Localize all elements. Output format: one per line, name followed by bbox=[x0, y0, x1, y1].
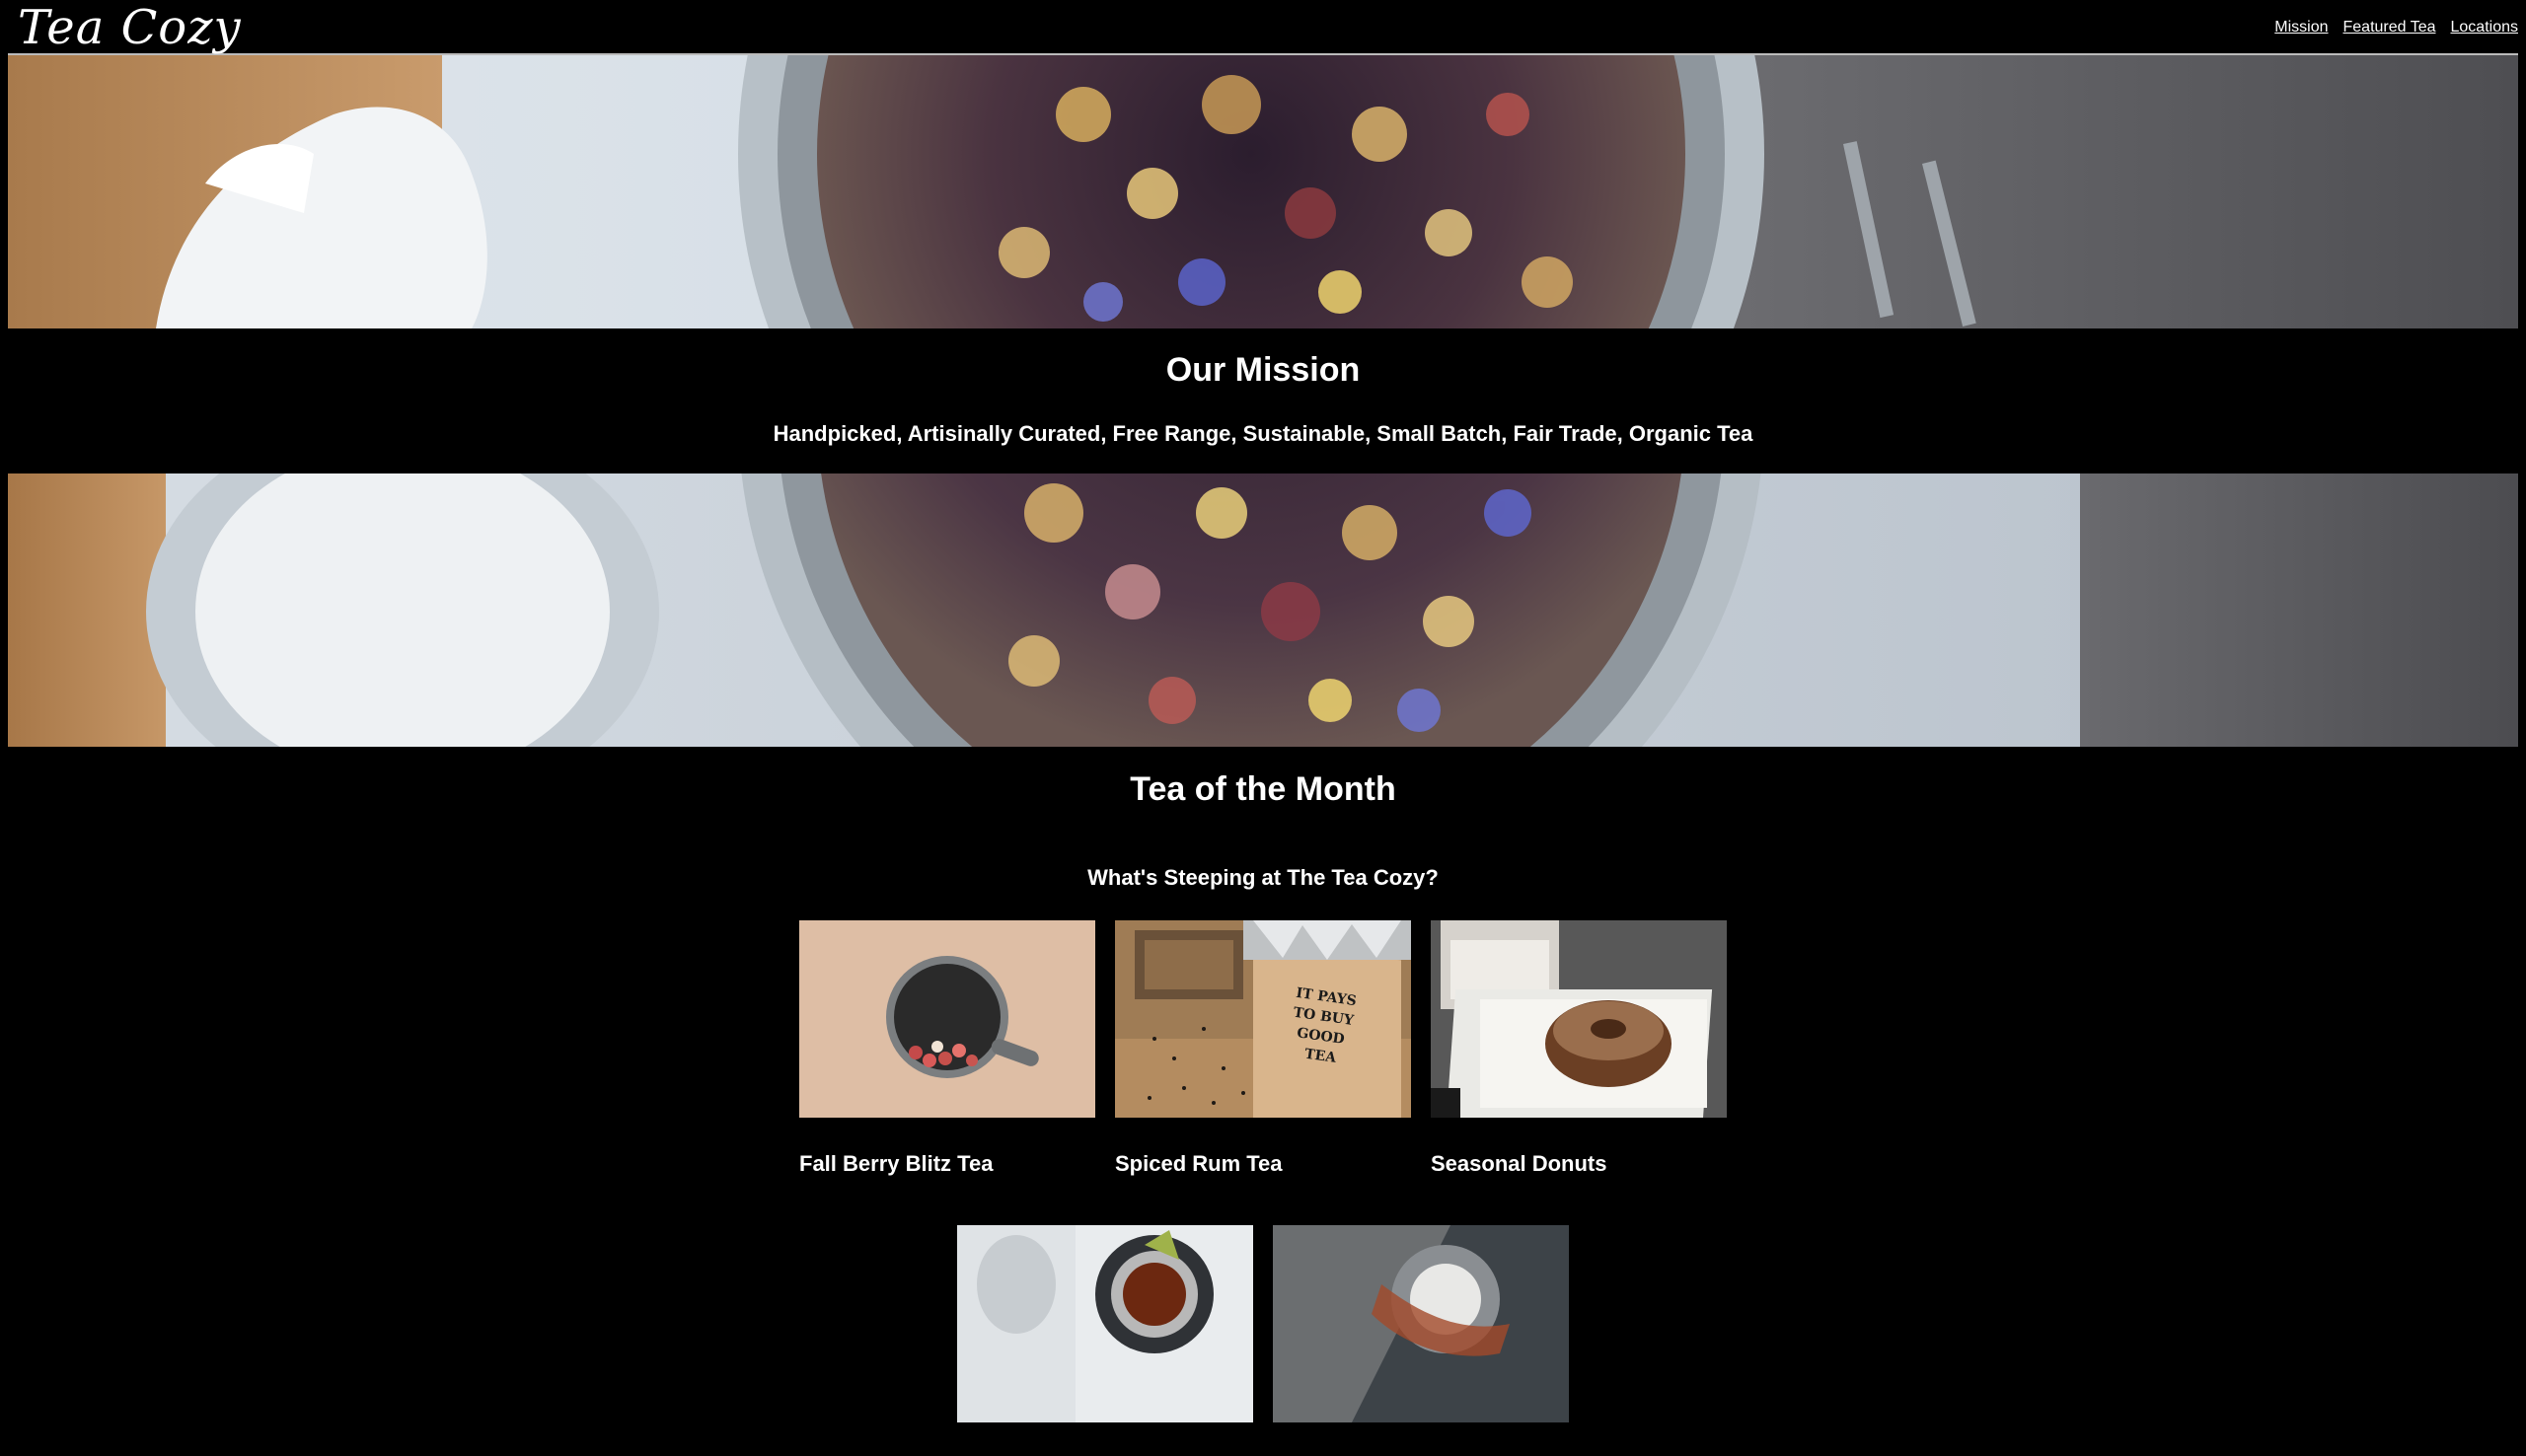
tea-image[interactable]: IT PAYS TO BUY GOOD TEA bbox=[1115, 920, 1411, 1118]
tea-image[interactable] bbox=[1431, 920, 1727, 1118]
tea-card-4[interactable] bbox=[957, 1225, 1253, 1456]
nav-link-featured-tea[interactable]: Featured Tea bbox=[2343, 19, 2436, 36]
mission-title: Our Mission bbox=[1165, 351, 1361, 389]
tea-card-seasonal-donuts[interactable]: Seasonal Donuts bbox=[1431, 920, 1727, 1177]
hero-image-bottom bbox=[8, 473, 2518, 747]
logo[interactable]: Tea Cozy bbox=[18, 0, 242, 55]
tea-card-5[interactable] bbox=[1273, 1225, 1569, 1456]
tea-image[interactable] bbox=[957, 1225, 1253, 1422]
tea-card-fall-berry[interactable]: Fall Berry Blitz Tea bbox=[799, 920, 1095, 1177]
tea-of-month-subtitle: What's Steeping at The Tea Cozy? bbox=[1087, 865, 1439, 890]
site-header: Tea Cozy Mission Featured Tea Locations bbox=[8, 0, 2518, 55]
tea-of-month-title: Tea of the Month bbox=[1130, 770, 1396, 808]
nav-link-mission[interactable]: Mission bbox=[2274, 19, 2328, 36]
tea-card-spiced-rum[interactable]: IT PAYS TO BUY GOOD TEA Spiced Rum Tea bbox=[1115, 920, 1411, 1177]
tea-image[interactable] bbox=[799, 920, 1095, 1118]
tea-name: Seasonal Donuts bbox=[1431, 1151, 1607, 1176]
tea-name: Fall Berry Blitz Tea bbox=[799, 1151, 994, 1176]
main-nav: Mission Featured Tea Locations bbox=[2274, 19, 2518, 36]
mission-text: Handpicked, Artisinally Curated, Free Ra… bbox=[773, 421, 1753, 446]
tea-image[interactable] bbox=[1273, 1225, 1569, 1422]
nav-link-locations[interactable]: Locations bbox=[2451, 19, 2519, 36]
hero-image-top bbox=[8, 55, 2518, 328]
tea-name: Spiced Rum Tea bbox=[1115, 1151, 1283, 1176]
